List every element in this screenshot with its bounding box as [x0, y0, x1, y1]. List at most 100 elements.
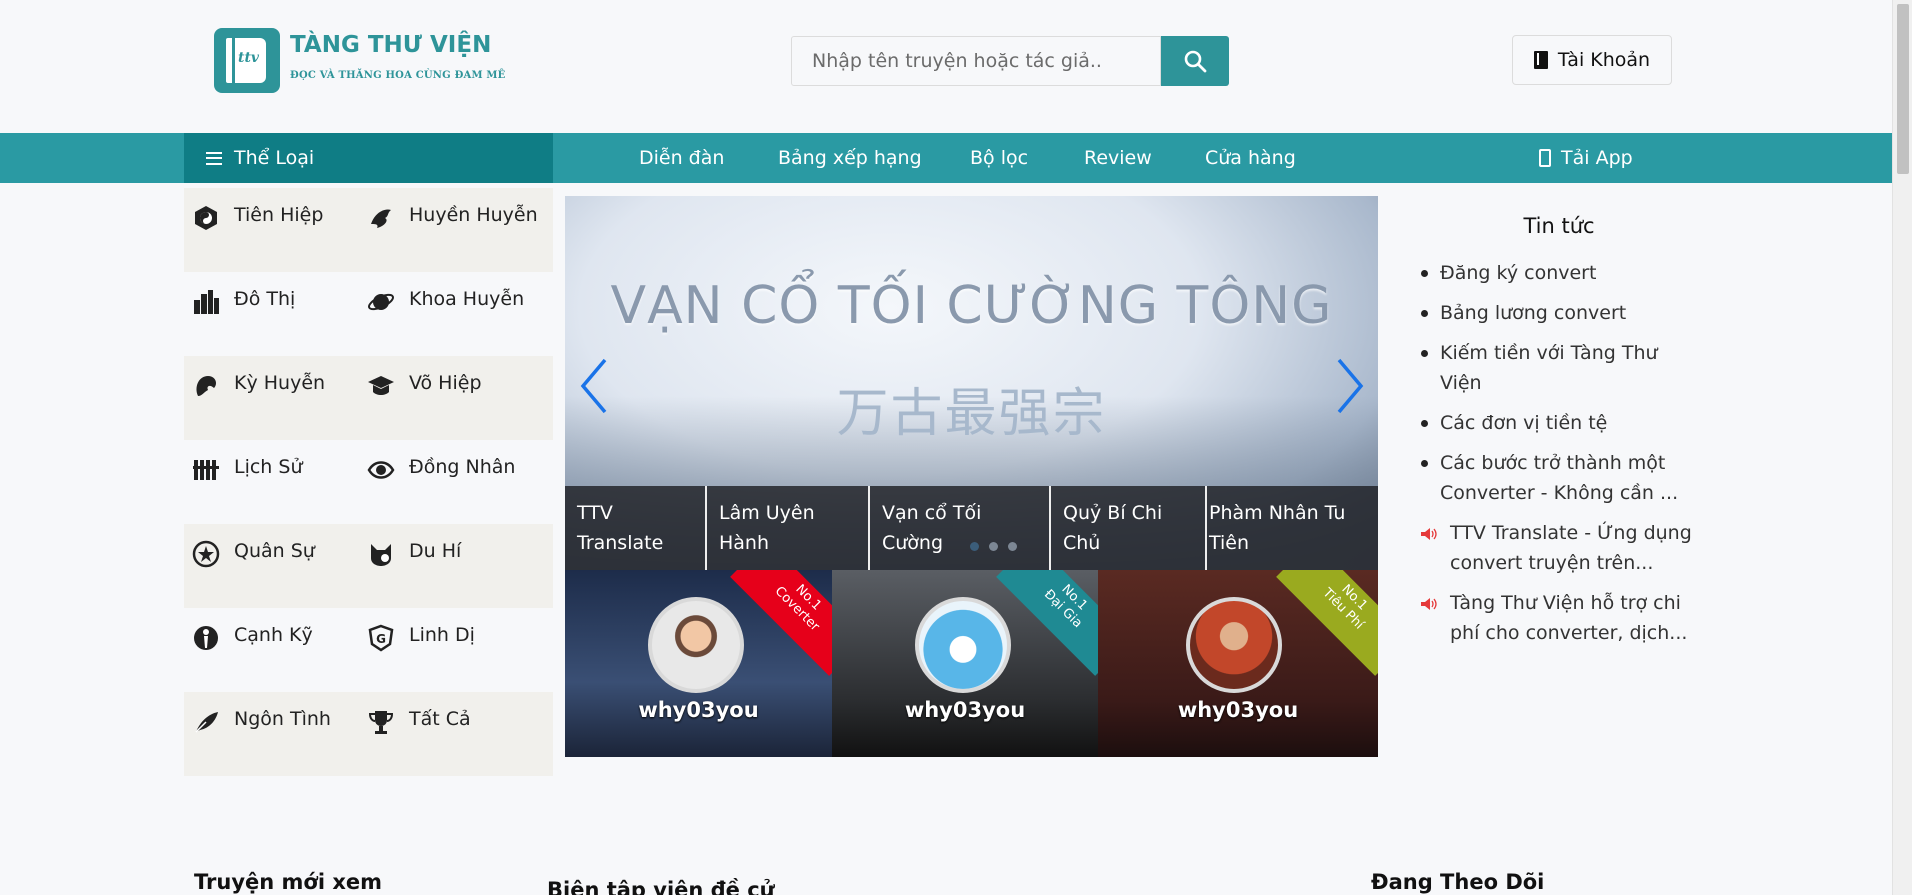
- planet-icon: [367, 288, 395, 316]
- category-lich-su[interactable]: Lịch Sử: [184, 440, 359, 524]
- news-link[interactable]: Đăng ký convert: [1406, 258, 1696, 288]
- banner-subtitle: 万古最强宗: [836, 384, 1107, 444]
- user-name: why03you: [1177, 698, 1299, 722]
- category-canh-ky[interactable]: Cạnh Kỹ: [184, 608, 359, 692]
- announcement-link[interactable]: TTV Translate - Ứng dụng convert truyện …: [1406, 518, 1696, 578]
- category-label: Kỳ Huyễn: [234, 372, 326, 394]
- city-icon: [192, 288, 220, 316]
- news-link[interactable]: Các đơn vị tiền tệ: [1406, 408, 1696, 438]
- category-label: Ngôn Tình: [234, 708, 331, 730]
- recent-stories-heading: Truyện mới xem: [194, 870, 383, 894]
- slide-tab[interactable]: Vạn cổ Tối Cường: [870, 486, 1051, 570]
- category-quan-su[interactable]: Quân Sự: [184, 524, 359, 608]
- search-bar: [791, 36, 1229, 86]
- trophy-icon: [367, 708, 395, 736]
- category-dong-nhan[interactable]: Đồng Nhân: [359, 440, 553, 524]
- account-label: Tài Khoản: [1557, 49, 1651, 71]
- dragon-icon: [367, 204, 395, 232]
- feather-icon: [192, 708, 220, 736]
- slide-tab[interactable]: Lâm Uyên Hành: [707, 486, 870, 570]
- category-do-thi[interactable]: Đô Thị: [184, 272, 359, 356]
- nav-forum[interactable]: Diễn đàn: [639, 133, 724, 183]
- category-label: Lịch Sử: [234, 456, 303, 478]
- category-label: Linh Dị: [409, 624, 475, 646]
- category-du-hi[interactable]: Du Hí: [359, 524, 553, 608]
- category-linh-di[interactable]: G Linh Dị: [359, 608, 553, 692]
- nav-store[interactable]: Cửa hàng: [1205, 133, 1296, 183]
- category-vo-hiep[interactable]: Võ Hiệp: [359, 356, 553, 440]
- logo-book-icon: ttv: [214, 28, 280, 93]
- logo-mark: ttv: [238, 50, 260, 66]
- banner-slide-tabs: TTV Translate Lâm Uyên Hành Vạn cổ Tối C…: [565, 486, 1378, 570]
- top-user-card[interactable]: No.1 Coverter why03you: [565, 570, 832, 757]
- main-nav: Thể Loại Diễn đàn Bảng xếp hạng Bộ lọc R…: [0, 133, 1892, 183]
- fantasy-dragon-icon: [192, 372, 220, 400]
- news-link[interactable]: Các bước trở thành một Converter - Không…: [1406, 448, 1696, 508]
- news-link[interactable]: Bảng lương convert: [1406, 298, 1696, 328]
- nav-review[interactable]: Review: [1084, 133, 1152, 183]
- category-khoa-huyen[interactable]: Khoa Huyễn: [359, 272, 553, 356]
- category-menu-button[interactable]: Thể Loại: [184, 133, 553, 183]
- category-label: Cạnh Kỹ: [234, 624, 313, 646]
- avatar: [915, 597, 1011, 693]
- graduation-cap-icon: [367, 372, 395, 400]
- category-list: Tiên Hiệp Huyền Huyễn Đô Thị Khoa Huyễn …: [184, 188, 553, 776]
- avatar: [1186, 597, 1282, 693]
- account-button[interactable]: Tài Khoản: [1512, 35, 1672, 85]
- rank-ribbon: No.1 Đại Gia: [996, 570, 1098, 676]
- category-menu-label: Thể Loại: [234, 147, 315, 169]
- history-icon: [192, 456, 220, 484]
- hamburger-icon: [206, 151, 222, 165]
- slide-tab[interactable]: Quỷ Bí Chi Chủ: [1051, 486, 1207, 570]
- military-badge-icon: [192, 540, 220, 568]
- category-label: Tất Cả: [409, 708, 471, 730]
- category-label: Huyền Huyễn: [409, 204, 538, 226]
- carousel-dot[interactable]: [1008, 542, 1017, 551]
- logo-title: TÀNG THƯ VIỆN: [290, 32, 492, 58]
- search-input[interactable]: [791, 36, 1161, 86]
- eye-icon: [367, 456, 395, 484]
- speaker-icon: [1421, 598, 1437, 610]
- carousel-dot[interactable]: [970, 542, 979, 551]
- category-tat-ca[interactable]: Tất Cả: [359, 692, 553, 776]
- download-app-label: Tải App: [1561, 147, 1633, 169]
- nav-download-app[interactable]: Tải App: [1539, 133, 1633, 183]
- cat-game-icon: [367, 540, 395, 568]
- news-link[interactable]: Kiếm tiền với Tàng Thư Viện: [1406, 338, 1696, 398]
- slide-tab[interactable]: TTV Translate: [565, 486, 707, 570]
- category-label: Quân Sự: [234, 540, 315, 562]
- category-label: Khoa Huyễn: [409, 288, 525, 310]
- nav-ranking[interactable]: Bảng xếp hạng: [778, 133, 922, 183]
- category-label: Võ Hiệp: [409, 372, 482, 394]
- top-user-card[interactable]: No.1 Đại Gia why03you: [832, 570, 1098, 757]
- nav-filter[interactable]: Bộ lọc: [970, 133, 1028, 183]
- slide-tab[interactable]: Phàm Nhân Tu Tiên: [1207, 486, 1378, 570]
- category-ngon-tinh[interactable]: Ngôn Tình: [184, 692, 359, 776]
- carousel-indicators: [965, 542, 1022, 551]
- avatar: [648, 597, 744, 693]
- following-heading: Đang Theo Dõi: [1371, 870, 1545, 894]
- book-icon: [1533, 51, 1548, 69]
- category-tien-hiep[interactable]: Tiên Hiệp: [184, 188, 359, 272]
- banner-title: VẠN CỔ TỐI CƯỜNG TÔNG: [610, 276, 1333, 336]
- announcement-link[interactable]: Tàng Thư Viện hỗ trợ chi phí cho convert…: [1406, 588, 1696, 648]
- site-logo[interactable]: ttv TÀNG THƯ VIỆN ĐỌC VÀ THĂNG HOA CÙNG …: [214, 28, 506, 93]
- news-panel: Tin tức Đăng ký convert Bảng lương conve…: [1406, 214, 1696, 658]
- next-arrow-icon[interactable]: [1335, 356, 1365, 416]
- user-name: why03you: [638, 698, 759, 722]
- mobile-phone-icon: [1539, 149, 1551, 167]
- category-ky-huyen[interactable]: Kỳ Huyễn: [184, 356, 359, 440]
- prev-arrow-icon[interactable]: [579, 356, 609, 416]
- scrollbar-thumb[interactable]: [1897, 4, 1909, 174]
- athlete-icon: [192, 624, 220, 652]
- yin-yang-icon: [192, 204, 220, 232]
- top-user-card[interactable]: No.1 Tiêu Phí why03you: [1098, 570, 1378, 757]
- svg-text:G: G: [376, 632, 386, 646]
- search-icon: [1184, 50, 1207, 73]
- page-scrollbar[interactable]: [1892, 0, 1912, 895]
- search-button[interactable]: [1161, 36, 1229, 86]
- category-label: Du Hí: [409, 540, 462, 562]
- rank-ribbon: No.1 Tiêu Phí: [1276, 570, 1378, 676]
- category-huyen-huyen[interactable]: Huyền Huyễn: [359, 188, 553, 272]
- carousel-dot[interactable]: [989, 542, 998, 551]
